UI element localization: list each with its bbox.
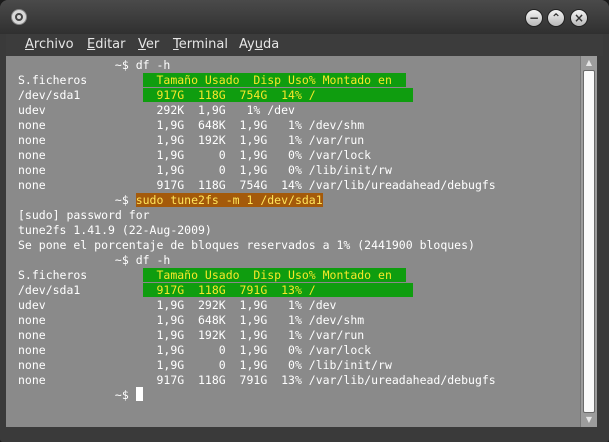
terminal-output[interactable]: ~$ df -h S.ficheros Tamaño Usado Disp Us…	[6, 56, 580, 427]
terminal-line: none 1,9G 192K 1,9G 1% /var/run	[18, 133, 365, 147]
terminal-line: [sudo] password for	[18, 208, 150, 222]
highlighted-row: 917G 118G 791G 13% /	[142, 283, 413, 297]
scroll-up-icon[interactable]: ▲	[581, 56, 597, 70]
menu-editar-accel: E	[87, 37, 96, 52]
terminal-line: ~$ sudo tune2fs -m 1 /dev/sda1	[18, 192, 323, 208]
menu-ayuda-rest: da	[262, 37, 280, 52]
menu-ayuda[interactable]: Ayuda	[239, 37, 279, 53]
prompt-text: ~$ df -h	[18, 253, 171, 267]
terminal-line: none 1,9G 192K 1,9G 1% /var/run	[18, 328, 365, 342]
highlighted-header: Tamaño Usado Disp Uso% Montado en	[142, 73, 406, 87]
terminal-line: none 917G 118G 791G 13% /var/lib/ureadah…	[18, 373, 496, 387]
text-cursor	[135, 387, 143, 401]
prompt-text: ~$	[18, 388, 136, 402]
prompt-text: ~$ df -h	[18, 58, 171, 72]
menu-ver[interactable]: Ver	[138, 37, 159, 53]
terminal-line: udev 292K 1,9G 1% /dev	[18, 103, 295, 117]
highlighted-row: 917G 118G 754G 14% /	[142, 88, 413, 102]
scrollbar-track[interactable]	[583, 70, 595, 413]
line-text: S.ficheros	[18, 73, 143, 87]
menu-ayuda-accel: u	[254, 37, 263, 52]
menu-archivo-rest: rchivo	[33, 37, 74, 52]
terminal-line: Se pone el porcentaje de bloques reserva…	[18, 238, 475, 252]
highlighted-header: Tamaño Usado Disp Uso% Montado en	[142, 268, 406, 282]
line-text: /dev/sda1	[18, 88, 143, 102]
terminal-line: ~$ df -h	[18, 57, 170, 73]
maximize-button[interactable]: ⌃	[547, 9, 565, 27]
menu-archivo-accel: A	[25, 37, 34, 52]
line-text: S.ficheros	[18, 268, 143, 282]
line-text: /dev/sda1	[18, 283, 143, 297]
scroll-down-icon[interactable]: ▼	[581, 413, 597, 427]
menu-bar: Archivo Editar Ver Terminal Ayuda	[6, 34, 603, 56]
menu-terminal[interactable]: Terminal	[173, 37, 228, 53]
terminal-line: tune2fs 1.41.9 (22-Aug-2009)	[18, 223, 212, 237]
menu-editar[interactable]: Editar	[87, 37, 126, 53]
terminal-line: none 1,9G 0 1,9G 0% /lib/init/rw	[18, 163, 392, 177]
vertical-scrollbar[interactable]: ▲ ▼	[580, 56, 597, 427]
terminal-line: /dev/sda1 917G 118G 754G 14% /	[18, 87, 413, 103]
title-bar[interactable]: − ⌃ ×	[0, 0, 609, 34]
close-button[interactable]: ×	[570, 9, 588, 27]
terminal-line: none 1,9G 0 1,9G 0% /var/lock	[18, 148, 372, 162]
highlighted-command: sudo tune2fs -m 1 /dev/sda1	[135, 193, 323, 207]
terminal-app-icon[interactable]	[11, 9, 27, 25]
minimize-button[interactable]: −	[525, 9, 543, 27]
terminal-line: none 1,9G 648K 1,9G 1% /dev/shm	[18, 118, 365, 132]
menu-ver-accel: V	[138, 37, 146, 52]
terminal-line: ~$ df -h	[18, 252, 170, 268]
terminal-window: − ⌃ × Archivo Editar Ver Terminal Ayuda …	[0, 0, 609, 442]
scrollbar-thumb[interactable]	[583, 70, 595, 413]
menu-ayuda-prefix: Ay	[239, 37, 255, 52]
terminal-line: none 1,9G 648K 1,9G 1% /dev/shm	[18, 313, 365, 327]
window-bottom-border	[0, 427, 609, 442]
terminal-line: S.ficheros Tamaño Usado Disp Uso% Montad…	[18, 72, 406, 88]
menu-archivo[interactable]: Archivo	[25, 37, 74, 53]
terminal-line: none 1,9G 0 1,9G 0% /lib/init/rw	[18, 358, 392, 372]
terminal-line: S.ficheros Tamaño Usado Disp Uso% Montad…	[18, 267, 406, 283]
terminal-line: none 1,9G 0 1,9G 0% /var/lock	[18, 343, 372, 357]
terminal-line: udev 1,9G 292K 1,9G 1% /dev	[18, 298, 337, 312]
prompt-text: ~$	[18, 193, 136, 207]
menu-terminal-rest: erminal	[178, 37, 228, 52]
terminal-line: ~$	[18, 387, 143, 403]
menu-ver-rest: er	[145, 37, 160, 52]
menu-editar-rest: ditar	[95, 37, 126, 52]
terminal-line: none 917G 118G 754G 14% /var/lib/ureadah…	[18, 178, 496, 192]
terminal-line: /dev/sda1 917G 118G 791G 13% /	[18, 282, 413, 298]
